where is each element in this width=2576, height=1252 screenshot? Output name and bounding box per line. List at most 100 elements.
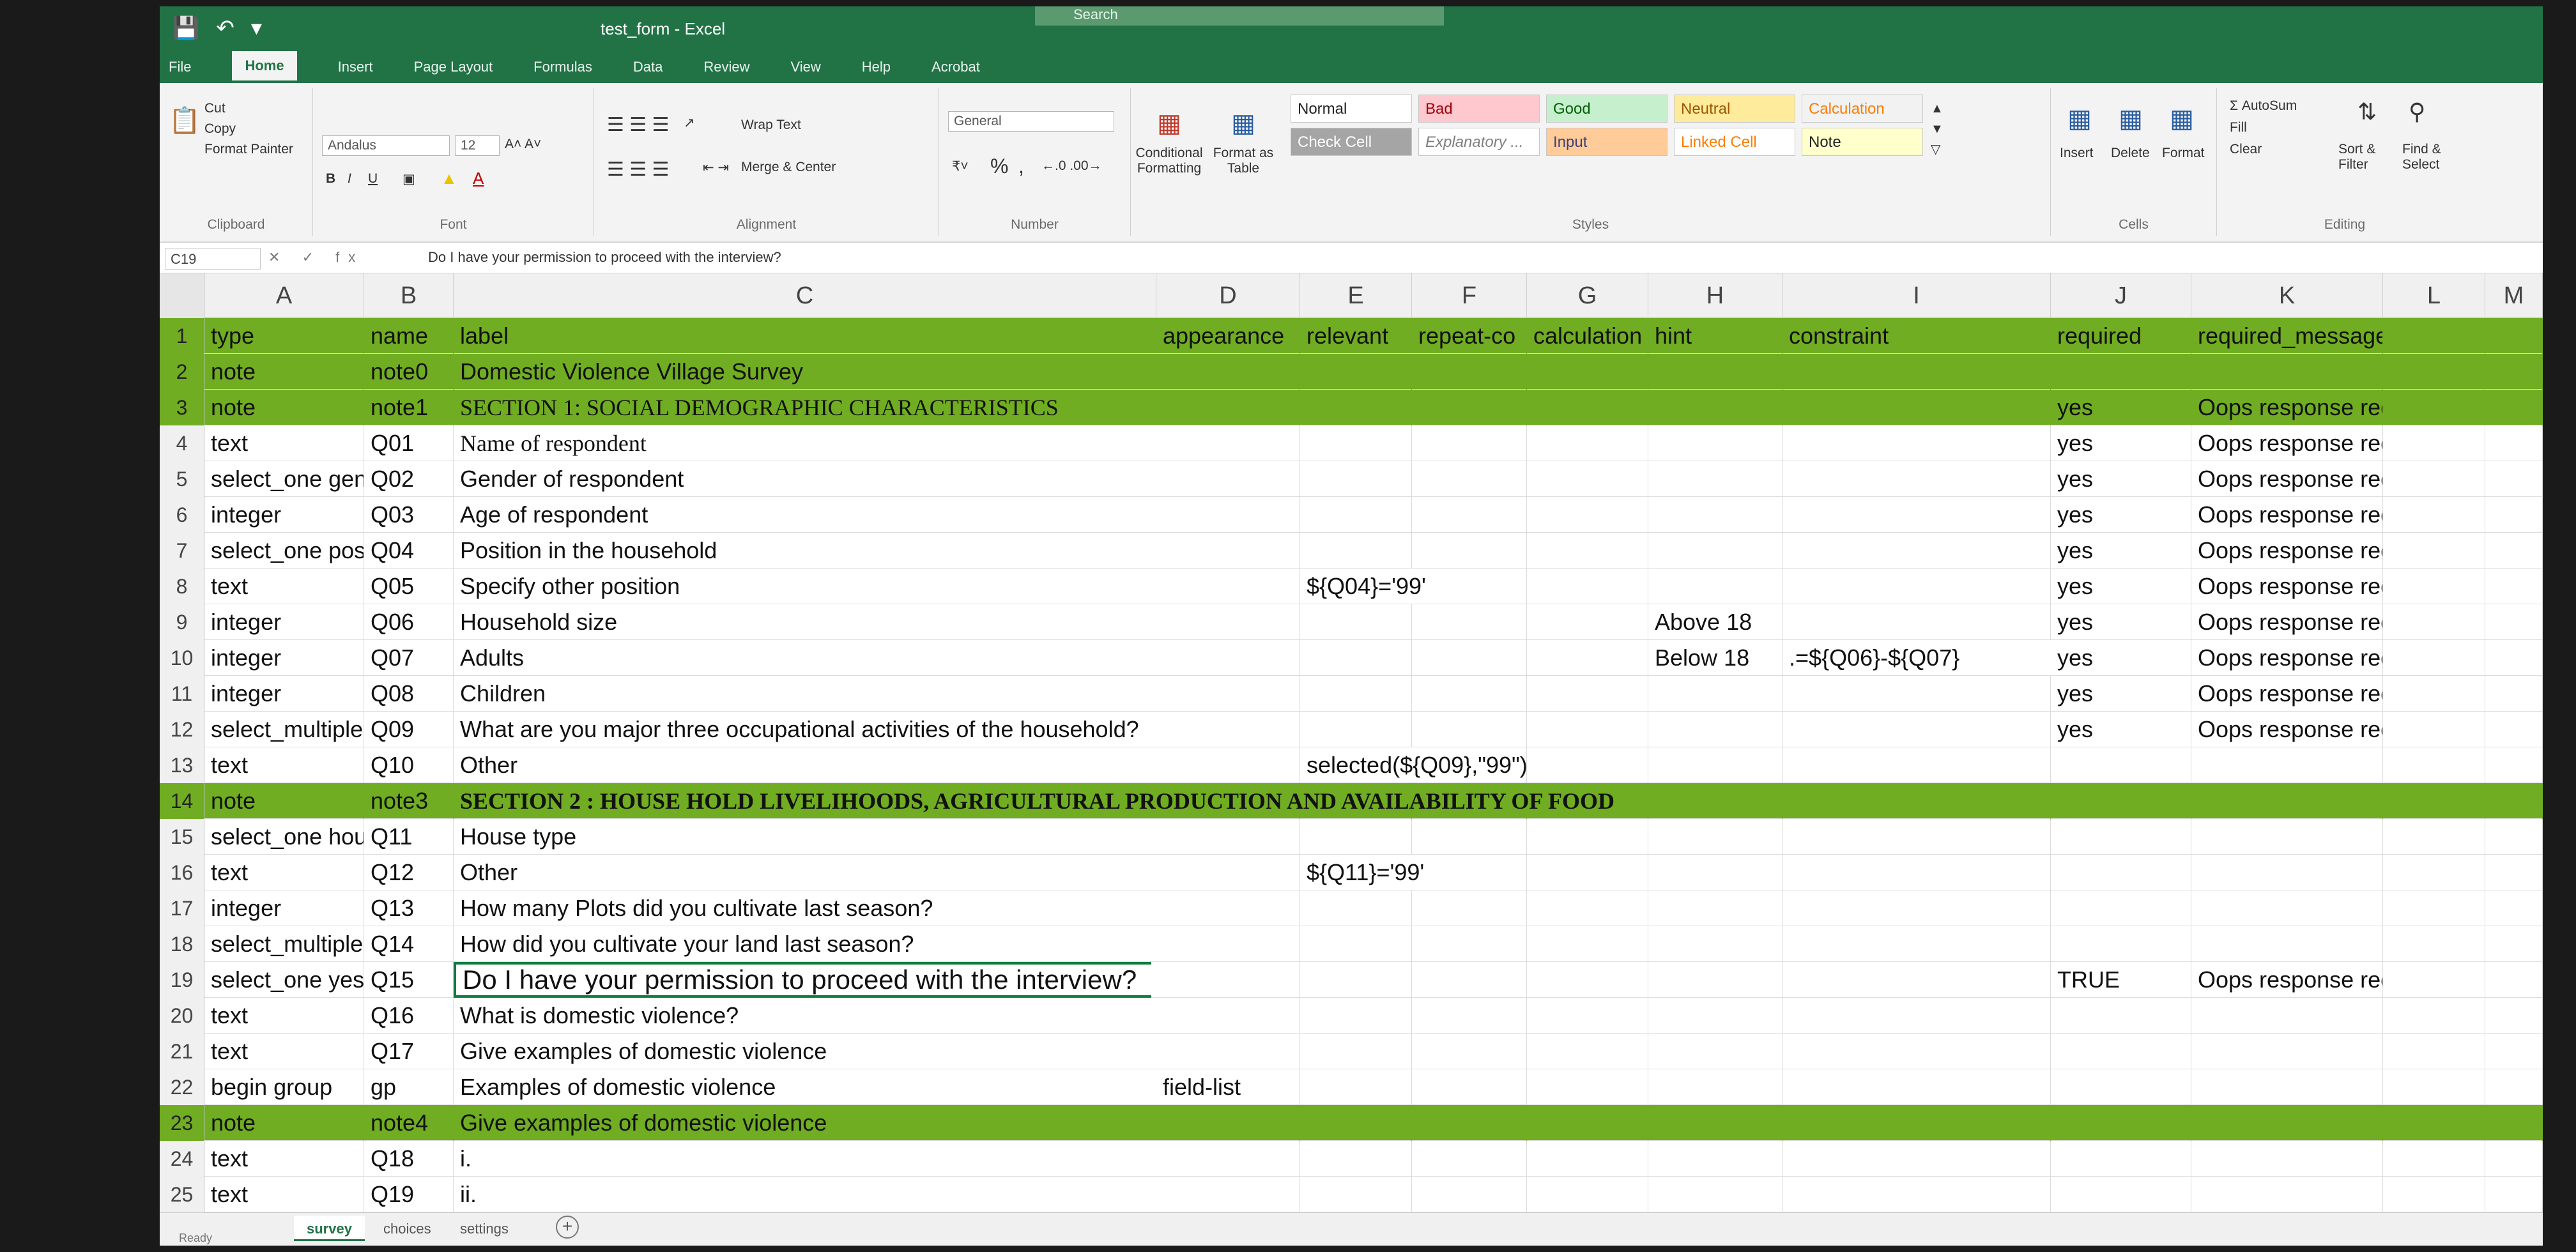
- cell-j5[interactable]: yes: [2051, 461, 2191, 497]
- cell-j8[interactable]: yes: [2051, 569, 2191, 604]
- cell-a10[interactable]: integer: [204, 640, 364, 676]
- cell-k10[interactable]: Oops response required: [2191, 640, 2383, 676]
- cell-k4[interactable]: Oops response required: [2191, 425, 2383, 461]
- cell-k5[interactable]: Oops response required: [2191, 461, 2383, 497]
- row-number[interactable]: 14: [160, 783, 204, 819]
- cell-l10[interactable]: [2383, 640, 2485, 676]
- cell-l4[interactable]: [2383, 425, 2485, 461]
- format-painter-button[interactable]: Format Painter: [204, 142, 293, 157]
- column-header-l[interactable]: L: [2383, 273, 2485, 318]
- undo-icon[interactable]: ↶: [216, 15, 234, 41]
- cell-m11[interactable]: [2485, 676, 2543, 712]
- cell-c9[interactable]: Household size: [454, 604, 1648, 640]
- cell-i10[interactable]: .=${Q06}-${Q07}: [1782, 640, 2051, 676]
- cell-e8[interactable]: ${Q04}='99': [1300, 569, 2051, 604]
- style-good[interactable]: Good: [1546, 95, 1667, 123]
- cell-k11[interactable]: Oops response required: [2191, 676, 2383, 712]
- tab-review[interactable]: Review: [703, 59, 749, 75]
- indent-icon[interactable]: ⇤ ⇥: [703, 160, 729, 176]
- cell-a15[interactable]: select_one house: [204, 819, 364, 855]
- cell-l12[interactable]: [2383, 712, 2485, 747]
- cell-d1[interactable]: appearance: [1156, 318, 1300, 354]
- cell-c2[interactable]: Domestic Violence Village Survey: [454, 354, 2543, 390]
- styles-scroll-icon[interactable]: ▲ ▼ ▽: [1931, 98, 1943, 160]
- cell-c25[interactable]: ii.: [454, 1177, 2543, 1212]
- column-header-b[interactable]: B: [364, 273, 454, 318]
- cut-button[interactable]: Cut: [204, 101, 226, 116]
- cell-m8[interactable]: [2485, 569, 2543, 604]
- tab-home[interactable]: Home: [232, 51, 297, 83]
- cell-l5[interactable]: [2383, 461, 2485, 497]
- tab-view[interactable]: View: [790, 59, 820, 75]
- number-format-combo[interactable]: General: [948, 111, 1114, 132]
- cell-c7[interactable]: Position in the household: [454, 533, 2051, 569]
- cell-b2[interactable]: note0: [364, 354, 454, 390]
- cell-k7[interactable]: Oops response required: [2191, 533, 2383, 569]
- cell-b4[interactable]: Q01: [364, 425, 454, 461]
- column-header-h[interactable]: H: [1648, 273, 1782, 318]
- cell-h19[interactable]: [1648, 962, 1782, 998]
- column-header-d[interactable]: D: [1156, 273, 1300, 318]
- row-number[interactable]: 9: [160, 604, 204, 640]
- cell-a13[interactable]: text: [204, 747, 364, 783]
- cell-e16[interactable]: ${Q11}='99': [1300, 855, 2543, 890]
- cell-b15[interactable]: Q11: [364, 819, 454, 855]
- underline-button[interactable]: U: [368, 171, 378, 187]
- fill-button[interactable]: Fill: [2230, 120, 2247, 135]
- cell-b9[interactable]: Q06: [364, 604, 454, 640]
- style-neutral[interactable]: Neutral: [1674, 95, 1795, 123]
- row-number[interactable]: 21: [160, 1034, 204, 1069]
- cell-c1[interactable]: label: [454, 318, 1156, 354]
- cell-c3[interactable]: SECTION 1: SOCIAL DEMOGRAPHIC CHARACTERI…: [454, 390, 2051, 425]
- cell-c20[interactable]: What is domestic violence?: [454, 998, 2543, 1034]
- cell-a14[interactable]: note: [204, 783, 364, 819]
- cell-b20[interactable]: Q16: [364, 998, 454, 1034]
- cell-l11[interactable]: [2383, 676, 2485, 712]
- cell-i9[interactable]: [1782, 604, 2051, 640]
- font-color-icon[interactable]: A: [473, 169, 484, 188]
- tab-formulas[interactable]: Formulas: [533, 59, 592, 75]
- column-header-j[interactable]: J: [2051, 273, 2191, 318]
- fill-color-icon[interactable]: ▲: [441, 169, 457, 188]
- cell-k6[interactable]: Oops response required: [2191, 497, 2383, 533]
- cell-a2[interactable]: note: [204, 354, 364, 390]
- row-number[interactable]: 7: [160, 533, 204, 569]
- cell-f1[interactable]: repeat-co: [1412, 318, 1527, 354]
- cancel-icon[interactable]: ✕: [268, 249, 289, 265]
- cell-l3[interactable]: [2383, 390, 2485, 425]
- cell-k9[interactable]: Oops response required: [2191, 604, 2383, 640]
- cell-j9[interactable]: yes: [2051, 604, 2191, 640]
- cell-a21[interactable]: text: [204, 1034, 364, 1069]
- cell-c14[interactable]: SECTION 2 : HOUSE HOLD LIVELIHOODS, AGRI…: [454, 783, 2543, 819]
- cell-g1[interactable]: calculation: [1527, 318, 1648, 354]
- currency-icon[interactable]: ₹˅: [952, 158, 969, 174]
- cell-a7[interactable]: select_one position: [204, 533, 364, 569]
- style-normal[interactable]: Normal: [1291, 95, 1412, 123]
- cell-l1[interactable]: [2383, 318, 2485, 354]
- cell-d19[interactable]: [1156, 962, 1300, 998]
- add-sheet-icon[interactable]: +: [556, 1216, 579, 1239]
- row-number[interactable]: 11: [160, 676, 204, 712]
- column-header-g[interactable]: G: [1527, 273, 1648, 318]
- cell-j3[interactable]: yes: [2051, 390, 2191, 425]
- font-size-combo[interactable]: 12: [455, 135, 500, 156]
- cell-j7[interactable]: yes: [2051, 533, 2191, 569]
- cell-l22[interactable]: [2383, 1069, 2485, 1105]
- row-number[interactable]: 20: [160, 998, 204, 1034]
- cell-b25[interactable]: Q19: [364, 1177, 454, 1212]
- sheet-tab-settings[interactable]: settings: [447, 1216, 521, 1241]
- cell-m5[interactable]: [2485, 461, 2543, 497]
- format-button[interactable]: Format: [2162, 146, 2205, 161]
- row-number[interactable]: 6: [160, 497, 204, 533]
- select-all-corner[interactable]: [160, 273, 204, 318]
- cell-h10[interactable]: Below 18: [1648, 640, 1782, 676]
- cell-b14[interactable]: note3: [364, 783, 454, 819]
- font-name-combo[interactable]: Andalus: [322, 135, 450, 156]
- row-number[interactable]: 19: [160, 962, 204, 998]
- cell-b1[interactable]: name: [364, 318, 454, 354]
- row-number[interactable]: 3: [160, 390, 204, 425]
- sheet-tab-choices[interactable]: choices: [371, 1216, 444, 1241]
- cell-j6[interactable]: yes: [2051, 497, 2191, 533]
- cell-b13[interactable]: Q10: [364, 747, 454, 783]
- grow-font-icon[interactable]: A˄ A˅: [505, 137, 541, 152]
